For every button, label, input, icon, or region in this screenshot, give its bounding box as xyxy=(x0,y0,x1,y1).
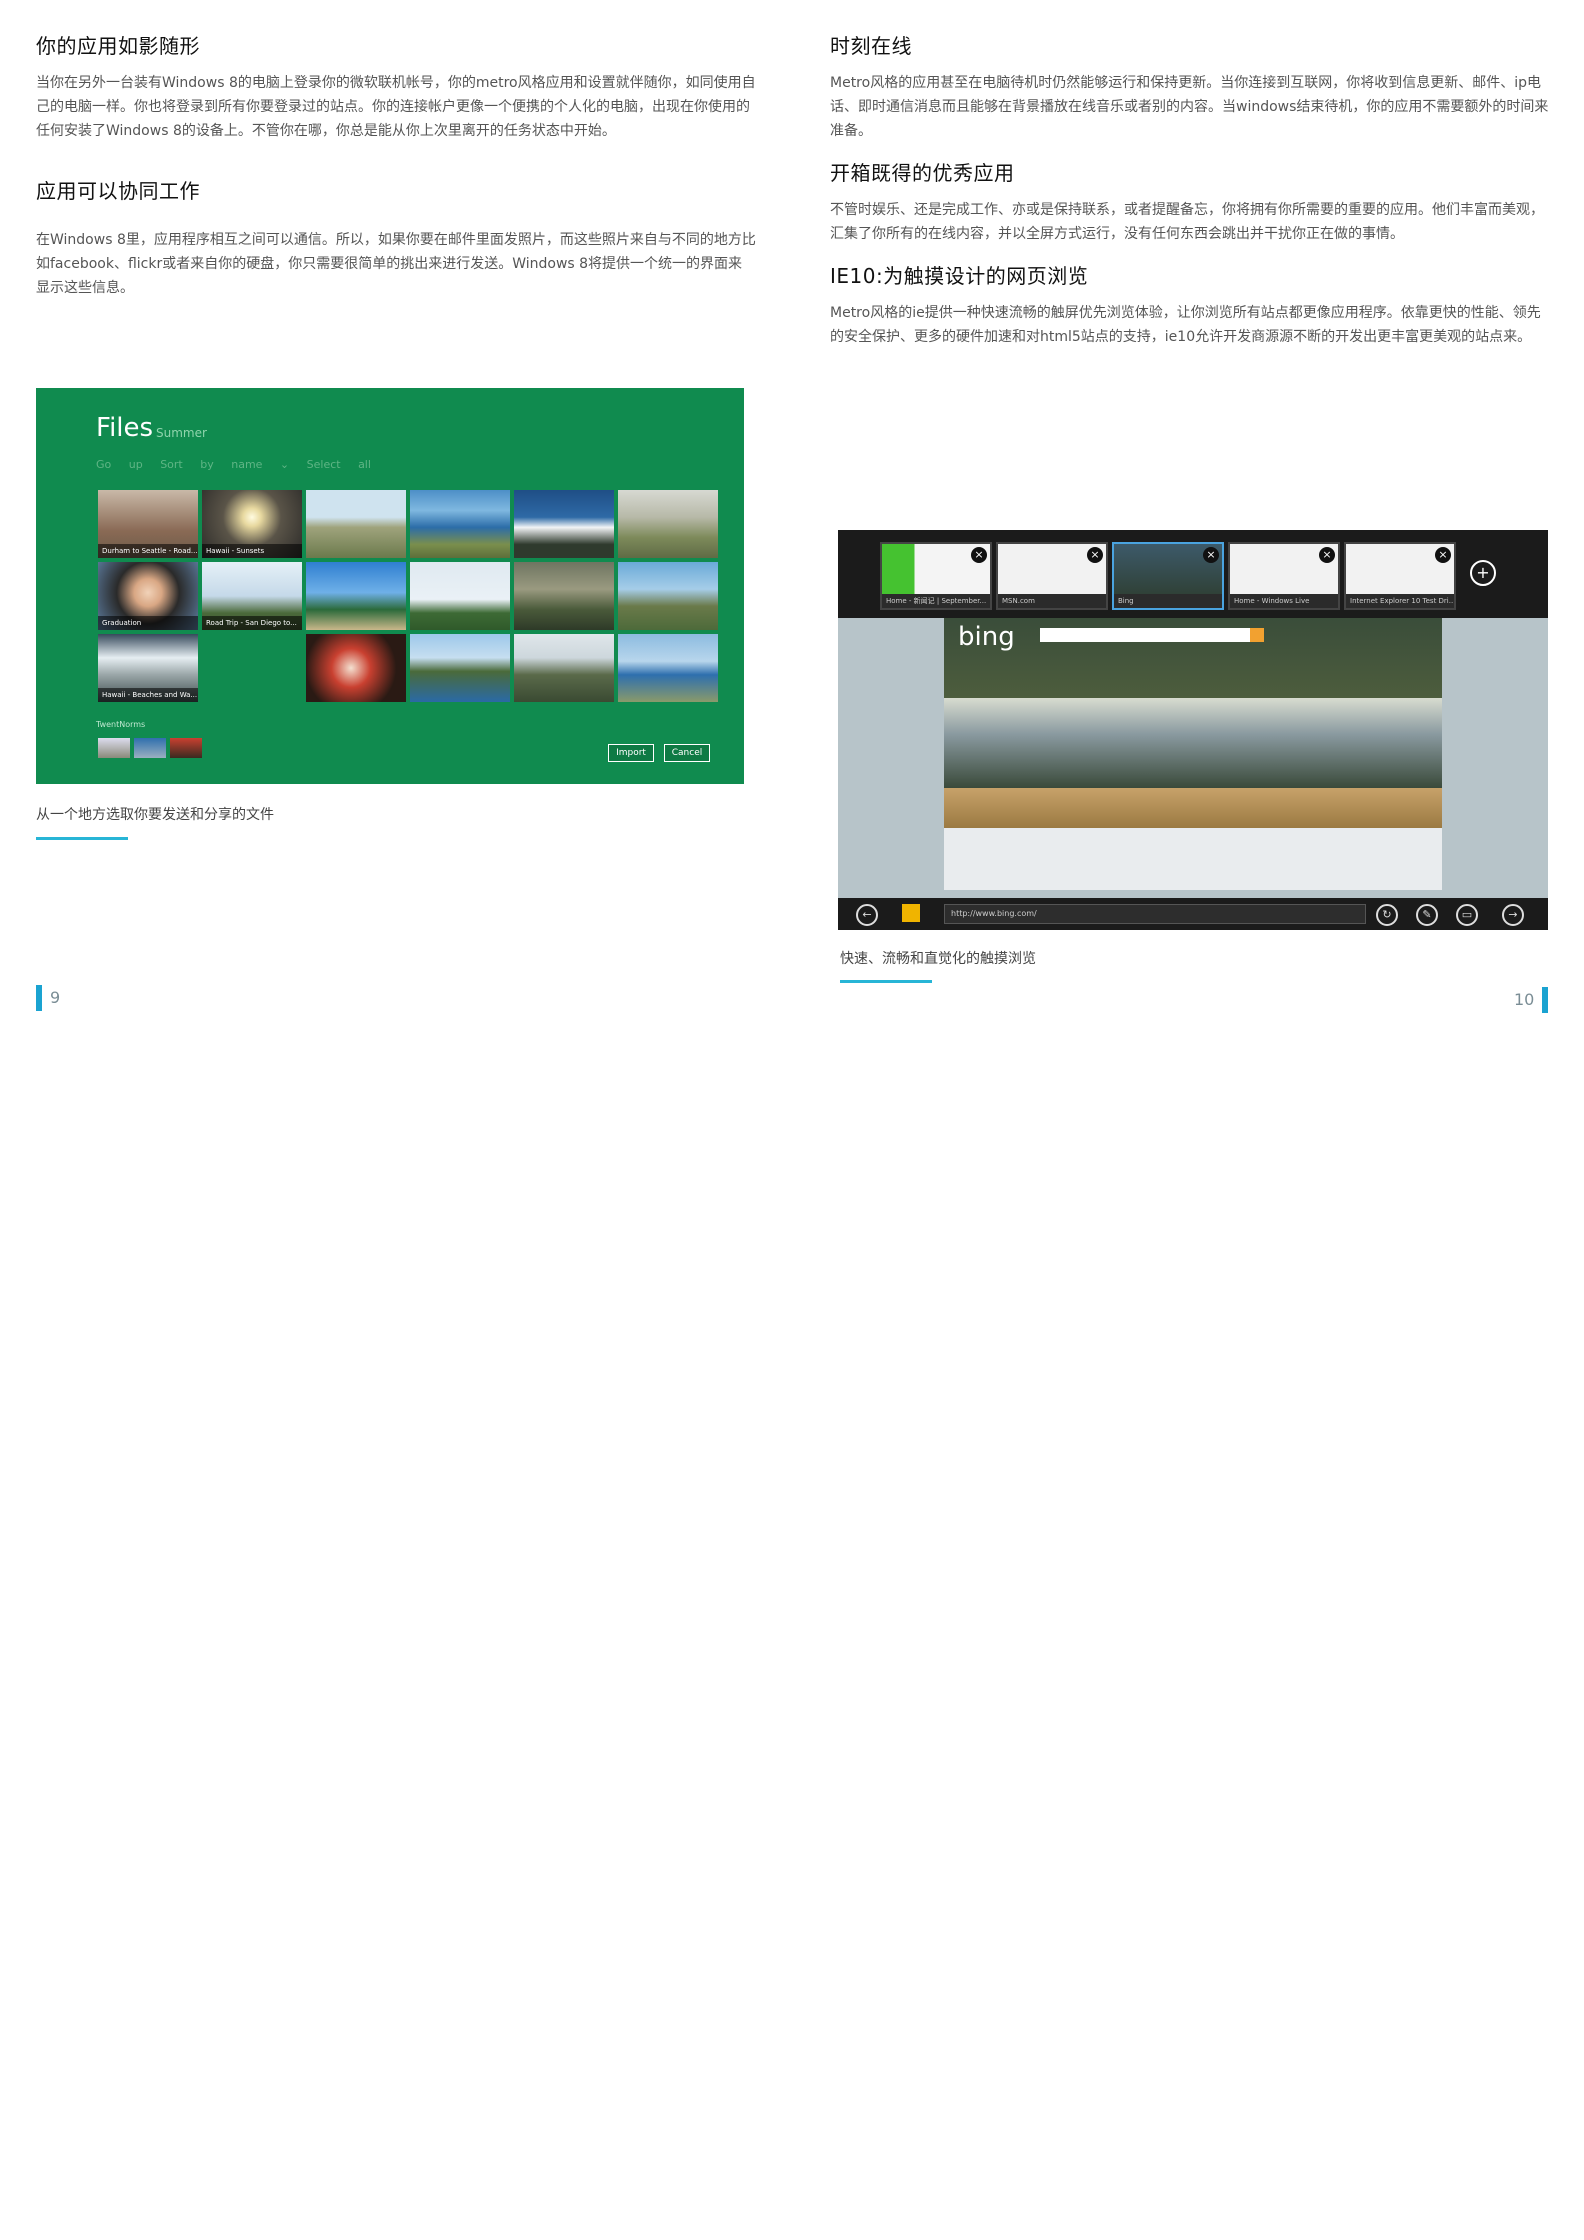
caption-underline xyxy=(840,980,932,983)
close-icon[interactable]: × xyxy=(1203,547,1219,563)
bing-logo: bing xyxy=(958,622,1015,652)
section-body: 当你在另外一台装有Windows 8的电脑上登录你的微软联机帐号，你的metro… xyxy=(36,75,756,139)
figure-caption: 从一个地方选取你要发送和分享的文件 xyxy=(36,807,274,823)
bing-search-input[interactable] xyxy=(1040,628,1250,642)
browser-tab[interactable]: × Home - Windows Live xyxy=(1228,542,1340,610)
browser-tab[interactable]: × Internet Explorer 10 Test Dri... xyxy=(1344,542,1456,610)
bing-page: bing xyxy=(944,618,1442,890)
section-title: 应用可以协同工作 xyxy=(36,179,200,203)
caption-underline xyxy=(36,837,128,840)
cancel-button[interactable]: Cancel xyxy=(664,744,710,762)
photo-tile: Hawaii - Beaches and Wa... xyxy=(98,634,198,702)
tile-caption: Hawaii - Sunsets xyxy=(202,544,302,558)
pin-icon[interactable]: ✎ xyxy=(1416,904,1438,926)
photo-tile xyxy=(410,490,510,558)
search-icon[interactable] xyxy=(1250,628,1264,642)
url-input[interactable]: http://www.bing.com/ xyxy=(944,904,1366,924)
figure-caption: 快速、流畅和直觉化的触摸浏览 xyxy=(840,951,1036,967)
section-body: 在Windows 8里，应用程序相互之间可以通信。所以，如果你要在邮件里面发照片… xyxy=(36,232,756,296)
close-icon[interactable]: × xyxy=(1319,547,1335,563)
section-body: Metro风格的应用甚至在电脑待机时仍然能够运行和保持更新。当你连接到互联网，你… xyxy=(830,75,1549,139)
files-subtitle: Summer xyxy=(156,426,207,440)
browser-tab[interactable]: × MSN.com xyxy=(996,542,1108,610)
photo-tile xyxy=(514,490,614,558)
photo-tile: Graduation xyxy=(98,562,198,630)
photo-tile xyxy=(618,634,718,702)
photo-tile: Road Trip - San Diego to... xyxy=(202,562,302,630)
browser-tab[interactable]: × Home - 新闻记 | September... xyxy=(880,542,992,610)
photo-tile xyxy=(410,634,510,702)
section-title: 开箱既得的优秀应用 xyxy=(830,161,1015,185)
files-toolbar: Go up Sort by name ⌄ Select all xyxy=(96,458,371,471)
forward-icon[interactable]: → xyxy=(1502,904,1524,926)
page-marker xyxy=(36,985,42,1011)
photo-tile xyxy=(514,634,614,702)
selected-thumb xyxy=(134,738,166,758)
skydrive-label: TwentNorms xyxy=(96,720,146,729)
photo-tile xyxy=(514,562,614,630)
selected-thumb xyxy=(170,738,202,758)
page-number: 10 xyxy=(1514,990,1535,1009)
files-title: Files xyxy=(96,413,154,443)
address-bar: ← http://www.bing.com/ ↻ ✎ ▭ → xyxy=(838,898,1548,930)
photo-tile xyxy=(410,562,510,630)
section-body: Metro风格的ie提供一种快速流畅的触屏优先浏览体验，让你浏览所有站点都更像应… xyxy=(830,305,1541,345)
close-icon[interactable]: × xyxy=(1435,547,1451,563)
photo-tile xyxy=(306,634,406,702)
browser-tab[interactable]: × Bing xyxy=(1112,542,1224,610)
page-tools-icon[interactable]: ▭ xyxy=(1456,904,1478,926)
close-icon[interactable]: × xyxy=(971,547,987,563)
new-tab-icon[interactable]: + xyxy=(1470,560,1496,586)
close-icon[interactable]: × xyxy=(1087,547,1103,563)
section-body: 不管时娱乐、还是完成工作、亦或是保持联系，或者提醒备忘，你将拥有你所需要的重要的… xyxy=(830,202,1544,242)
left-column: 你的应用如影随形 当你在另外一台装有Windows 8的电脑上登录你的微软联机帐… xyxy=(36,30,756,300)
refresh-icon[interactable]: ↻ xyxy=(1376,904,1398,926)
tile-caption: Hawaii - Beaches and Wa... xyxy=(98,688,198,702)
tile-caption: Graduation xyxy=(98,616,198,630)
photo-tile xyxy=(618,562,718,630)
back-icon[interactable]: ← xyxy=(856,904,878,926)
files-app-screenshot: Files Summer Go up Sort by name ⌄ Select… xyxy=(36,388,744,784)
section-title: 你的应用如影随形 xyxy=(36,34,200,58)
right-column: 时刻在线 Metro风格的应用甚至在电脑待机时仍然能够运行和保持更新。当你连接到… xyxy=(830,30,1550,349)
page-number: 9 xyxy=(50,988,61,1007)
selected-thumb xyxy=(98,738,130,758)
tab-strip: × Home - 新闻记 | September... × MSN.com × Bin… xyxy=(838,530,1548,618)
photo-tile: Durham to Seattle - Road... xyxy=(98,490,198,558)
ie10-screenshot: × Home - 新闻记 | September... × MSN.com × Bin… xyxy=(838,530,1548,930)
tile-caption: Durham to Seattle - Road... xyxy=(98,544,198,558)
photo-tile: Hawaii - Sunsets xyxy=(202,490,302,558)
photo-tile xyxy=(306,490,406,558)
page-marker xyxy=(1542,987,1548,1013)
photo-tile xyxy=(306,562,406,630)
tile-caption: Road Trip - San Diego to... xyxy=(202,616,302,630)
section-title: IE10:为触摸设计的网页浏览 xyxy=(830,264,1089,288)
import-button[interactable]: Import xyxy=(608,744,654,762)
favicon xyxy=(902,904,920,922)
section-title: 时刻在线 xyxy=(830,34,912,58)
photo-tile xyxy=(618,490,718,558)
